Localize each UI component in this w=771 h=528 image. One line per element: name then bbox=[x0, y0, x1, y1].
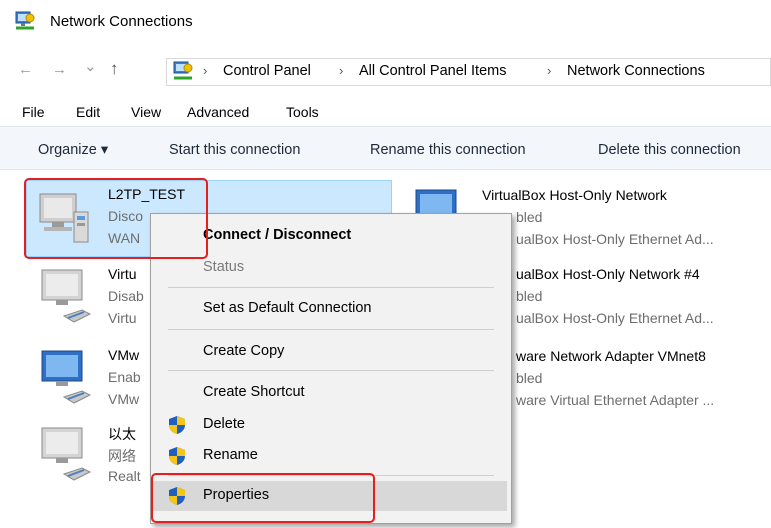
menu-edit[interactable]: Edit bbox=[76, 104, 100, 120]
connection-name: ware Network Adapter VMnet8 bbox=[516, 348, 706, 364]
uac-shield-icon bbox=[169, 447, 185, 465]
connection-name: VMw bbox=[108, 347, 140, 363]
breadcrumb-control-panel[interactable]: Control Panel bbox=[223, 63, 311, 79]
menu-status: Status bbox=[203, 259, 245, 275]
breadcrumb-all-items[interactable]: All Control Panel Items bbox=[359, 63, 506, 79]
menu-separator bbox=[168, 287, 494, 288]
connection-item-virtualbox[interactable]: Virtu Disab Virtu bbox=[26, 262, 156, 332]
connection-item-vmware[interactable]: VMw Enab VMw bbox=[26, 343, 156, 413]
connection-name: Virtu bbox=[108, 266, 137, 282]
ethernet-enabled-icon bbox=[41, 350, 92, 404]
breadcrumb-separator: › bbox=[339, 63, 344, 78]
connection-device: ualBox Host-Only Ethernet Ad... bbox=[516, 231, 714, 247]
menu-create-copy[interactable]: Create Copy bbox=[203, 343, 284, 359]
network-connections-icon bbox=[15, 11, 35, 30]
connection-device: Virtu bbox=[108, 310, 137, 326]
title-bar: Network Connections bbox=[0, 0, 771, 44]
back-arrow-icon[interactable]: ← bbox=[18, 61, 33, 78]
menu-rename[interactable]: Rename bbox=[203, 447, 258, 463]
connection-device: VMw bbox=[108, 391, 140, 407]
ethernet-disabled-icon bbox=[41, 427, 92, 481]
connection-item-ethernet[interactable]: 以太 网络 Realt bbox=[26, 420, 156, 490]
connection-status: bled bbox=[516, 209, 543, 225]
breadcrumb-separator: › bbox=[547, 63, 552, 78]
connection-device: Realt bbox=[108, 468, 141, 484]
ethernet-disabled-icon bbox=[41, 269, 92, 323]
connection-status: bled bbox=[516, 288, 543, 304]
rename-connection-button[interactable]: Rename this connection bbox=[370, 142, 526, 158]
forward-arrow-icon[interactable]: → bbox=[52, 61, 67, 78]
uac-shield-icon bbox=[169, 416, 185, 434]
connection-status: Enab bbox=[108, 369, 141, 385]
annotation-highlight-l2tp bbox=[24, 178, 208, 259]
connection-name: ualBox Host-Only Network #4 bbox=[516, 266, 700, 282]
organize-button[interactable]: Organize ▾ bbox=[38, 142, 108, 158]
up-arrow-icon[interactable]: ↑ bbox=[110, 59, 119, 79]
menu-view[interactable]: View bbox=[131, 104, 161, 120]
connection-status: bled bbox=[516, 370, 543, 386]
menu-create-shortcut[interactable]: Create Shortcut bbox=[203, 384, 305, 400]
connection-device: ware Virtual Ethernet Adapter ... bbox=[516, 392, 715, 408]
connection-name: 以太 bbox=[108, 426, 136, 442]
menu-set-default[interactable]: Set as Default Connection bbox=[203, 300, 371, 316]
menu-delete[interactable]: Delete bbox=[203, 416, 245, 432]
connection-name: VirtualBox Host-Only Network bbox=[482, 187, 667, 203]
control-panel-icon bbox=[173, 61, 193, 80]
menu-file[interactable]: File bbox=[22, 104, 45, 120]
annotation-highlight-properties bbox=[151, 473, 375, 523]
menu-separator bbox=[168, 370, 494, 371]
connection-device: ualBox Host-Only Ethernet Ad... bbox=[516, 310, 714, 326]
menu-advanced[interactable]: Advanced bbox=[187, 104, 249, 120]
breadcrumb-network-connections[interactable]: Network Connections bbox=[567, 63, 705, 79]
delete-connection-button[interactable]: Delete this connection bbox=[598, 142, 741, 158]
connection-status: Disab bbox=[108, 288, 144, 304]
start-connection-button[interactable]: Start this connection bbox=[169, 142, 300, 158]
window-title: Network Connections bbox=[50, 13, 193, 30]
menu-separator bbox=[168, 329, 494, 330]
breadcrumb-separator: › bbox=[203, 63, 208, 78]
menu-tools[interactable]: Tools bbox=[286, 104, 319, 120]
recent-locations-dropdown-icon[interactable]: ⌄ bbox=[84, 57, 97, 75]
menu-connect-disconnect[interactable]: Connect / Disconnect bbox=[203, 227, 351, 243]
connection-status: 网络 bbox=[108, 448, 136, 464]
